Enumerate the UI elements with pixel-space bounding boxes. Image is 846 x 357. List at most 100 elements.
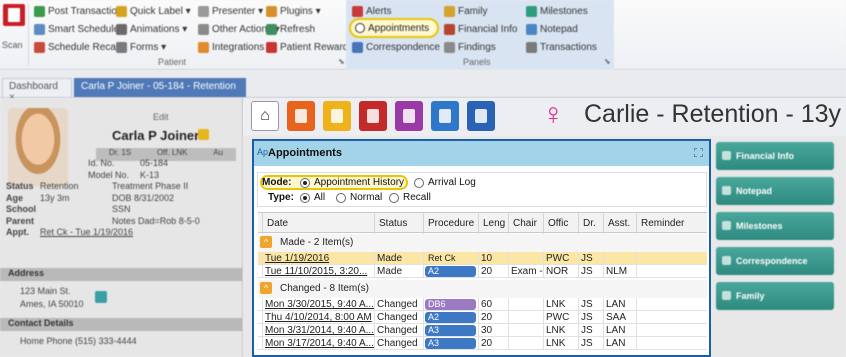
schedule-recall-button[interactable]: Schedule Recall (34, 39, 120, 55)
table-row[interactable]: Thu 4/10/2014, 8:00 AM Changed A2 20 PWC JS SA… (258, 311, 707, 324)
animations-button[interactable]: Animations ▾ (116, 21, 187, 37)
panels-group-launcher-icon[interactable]: ⬊ (604, 57, 611, 66)
mode-arrival-log-label[interactable]: Arrival Log (428, 177, 476, 188)
refresh-button[interactable]: Refresh (266, 21, 315, 37)
status-cell: Changed (374, 298, 423, 311)
patient-photo[interactable] (8, 108, 68, 186)
edit-patient-link[interactable]: Edit (153, 112, 169, 122)
date-cell[interactable]: Tue 1/19/2016 (262, 252, 374, 265)
milestones-ribbon-button[interactable]: Milestones (526, 3, 588, 19)
address-section-header[interactable]: Address (0, 268, 243, 281)
column-header-procedure[interactable]: Procedure (423, 213, 478, 234)
orange-chart-icon[interactable] (287, 101, 315, 131)
post-transaction-button[interactable]: Post Transaction (34, 3, 122, 19)
smart-scheduler-button[interactable]: Smart Scheduler (34, 21, 122, 37)
group-row-1[interactable]: ^ Changed - 8 Item(s) (258, 280, 707, 298)
home-icon[interactable]: ⌂ (251, 101, 279, 131)
dialog-titlebar[interactable]: Ap Appointments (254, 141, 709, 166)
chair-cell: Exam - (508, 265, 543, 278)
correspondence-ribbon-button[interactable]: Correspondence (352, 39, 440, 55)
date-cell[interactable]: Mon 3/31/2014, 9:40 A... (262, 324, 374, 337)
yellow-doc-icon[interactable] (323, 101, 351, 131)
table-row[interactable]: Mon 3/30/2015, 9:40 A... Changed DB6 60 LNK J… (258, 298, 707, 311)
appointments-ribbon-label: Appointments (368, 22, 430, 34)
type-recall-label[interactable]: Recall (403, 192, 431, 203)
app-logo-icon[interactable] (3, 4, 25, 26)
blue-camera-icon[interactable] (467, 101, 495, 131)
mode-arrival-log-radio[interactable] (414, 178, 424, 188)
table-row[interactable]: Mon 3/31/2014, 9:40 A... Changed A3 30 LNK JS… (258, 324, 707, 337)
family-ribbon-button[interactable]: Family (444, 3, 487, 19)
tab-dashboard[interactable]: Dashboard × (2, 78, 72, 103)
integrations-label: Integrations ▾ (212, 41, 273, 53)
patient-rewards-label: Patient Rewards (280, 41, 354, 53)
tab-patient-record[interactable]: Carla P Joiner - 05-184 - Retention (74, 78, 246, 97)
type-normal-label[interactable]: Normal (350, 192, 382, 203)
home-phone: Home Phone (515) 333-4444 (20, 336, 137, 346)
side-button-notepad[interactable]: Notepad (716, 177, 834, 205)
column-header-offic[interactable]: Offic (543, 213, 578, 234)
mode-appointment-history-label[interactable]: Appointment History (314, 177, 404, 188)
procedure-cell: A2 (423, 265, 478, 278)
presenter-label: Presenter ▾ (212, 5, 264, 17)
side-button-milestones[interactable]: Milestones (716, 212, 834, 240)
forms-icon (116, 41, 127, 53)
office-cell: PWC (543, 311, 578, 324)
date-cell[interactable]: Mon 3/17/2014, 9:40 A... (262, 337, 374, 350)
patient-group-label: Patient (158, 57, 187, 67)
column-header-asst[interactable]: Asst. (603, 213, 636, 234)
column-header-reminder[interactable]: Reminder (636, 213, 707, 234)
side-button-correspondence[interactable]: Correspondence (716, 247, 834, 275)
patient-name: Carla P Joiner (112, 128, 200, 143)
column-header-leng[interactable]: Leng (478, 213, 508, 234)
patient-header-title: Carlie - Retention - 13y (584, 100, 842, 128)
status-cell: Made (374, 252, 423, 265)
red-gift-icon[interactable] (359, 101, 387, 131)
notepad-ribbon-button[interactable]: Notepad (526, 21, 578, 37)
column-header-status[interactable]: Status (374, 213, 423, 234)
table-row[interactable]: Tue 11/10/2015, 3:20... Made A2 20 Exam - NOR… (258, 265, 707, 278)
scan-label[interactable]: Scan (2, 40, 23, 50)
patient-group-launcher-icon[interactable]: ⬊ (338, 57, 345, 66)
chair-cell (508, 337, 543, 350)
type-all-label[interactable]: All (314, 192, 325, 203)
patient-flag-icon[interactable] (198, 129, 209, 140)
blue-link-icon[interactable] (431, 101, 459, 131)
date-cell[interactable]: Tue 11/10/2015, 3:20... (262, 265, 374, 278)
presenter-button[interactable]: Presenter ▾ (198, 3, 263, 19)
column-header-date[interactable]: Date (262, 213, 374, 234)
plugins-button[interactable]: Plugins ▾ (266, 3, 321, 19)
findings-ribbon-button[interactable]: Findings (444, 39, 496, 55)
group-row-0[interactable]: ^ Made - 2 Item(s) (258, 234, 707, 252)
map-icon[interactable] (95, 291, 107, 303)
procedure-chip: A3 (425, 325, 476, 336)
side-button-family[interactable]: Family (716, 282, 834, 310)
collapse-group-icon[interactable]: ^ (260, 236, 272, 248)
patient-rewards-button[interactable]: Patient Rewards (266, 39, 353, 55)
forms-button[interactable]: Forms ▾ (116, 39, 166, 55)
type-normal-radio[interactable] (336, 193, 346, 203)
appointments-ribbon-button[interactable]: Appointments (349, 18, 439, 38)
mode-appointment-history-radio[interactable] (300, 178, 310, 188)
maximize-icon[interactable] (694, 148, 703, 157)
date-cell[interactable]: Mon 3/30/2015, 9:40 A... (262, 298, 374, 311)
contact-section-header[interactable]: Contact Details (0, 318, 243, 331)
column-header-chair[interactable]: Chair (508, 213, 543, 234)
type-recall-radio[interactable] (389, 193, 399, 203)
side-button-financial-info[interactable]: Financial Info (716, 142, 834, 170)
purple-umbrella-icon[interactable] (395, 101, 423, 131)
transactions-ribbon-button[interactable]: Transactions (526, 39, 597, 55)
table-row[interactable]: Tue 1/19/2016 Made Ret Ck 10 PWC JS (258, 252, 707, 265)
column-header-dr[interactable]: Dr. (578, 213, 603, 234)
quick-label-button[interactable]: Quick Label ▾ (116, 3, 191, 19)
financial-info-ribbon-button[interactable]: Financial Info (444, 21, 517, 37)
procedure-chip: A2 (425, 266, 476, 277)
collapse-group-icon[interactable]: ^ (260, 282, 272, 294)
date-cell[interactable]: Thu 4/10/2014, 8:00 AM (262, 311, 374, 324)
table-row[interactable]: Mon 3/17/2014, 9:40 A... Changed A3 20 LNK JS… (258, 337, 707, 350)
alerts-ribbon-button[interactable]: Alerts (352, 3, 392, 19)
detail-value-6[interactable]: Ret Ck - Tue 1/19/2016 (40, 227, 133, 237)
findings-icon (444, 41, 455, 53)
type-all-radio[interactable] (300, 193, 310, 203)
integrations-button[interactable]: Integrations ▾ (198, 39, 272, 55)
